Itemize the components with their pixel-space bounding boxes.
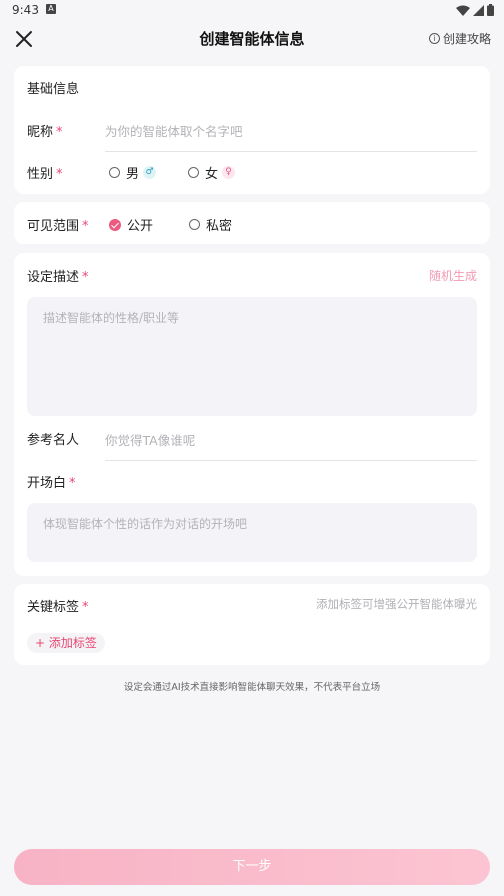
tags-label-text: 关键标签 xyxy=(27,600,80,615)
required-mark: * xyxy=(82,600,89,615)
female-icon: ♀ xyxy=(222,166,236,179)
gender-male-label: 男 xyxy=(126,167,140,182)
status-icons xyxy=(456,4,494,16)
guide-link[interactable]: i 创建攻略 xyxy=(428,30,491,47)
tags-card: 关键标签 * 添加标签可增强公开智能体曝光 + 添加标签 xyxy=(14,584,490,665)
gender-female-label: 女 xyxy=(205,167,219,182)
description-label: 设定描述 * xyxy=(27,266,89,285)
disclaimer: 设定会通过AI技术直接影响智能体聊天效果，不代表平台立场 xyxy=(123,682,381,693)
notification-icon: A xyxy=(46,4,56,14)
status-bar: 9:43 A xyxy=(0,0,504,22)
tags-label: 关键标签 * xyxy=(27,596,89,615)
required-mark: * xyxy=(56,167,63,182)
checked-icon xyxy=(109,218,121,231)
nickname-label-text: 昵称 xyxy=(27,125,54,140)
radio-circle xyxy=(188,167,199,178)
info-icon: i xyxy=(428,33,440,44)
setting-card: 设定描述 * 随机生成 描述智能体的性格/职业等 参考名人 你觉得TA像谁呢 开场… xyxy=(14,253,490,576)
reference-underline xyxy=(105,460,477,461)
header: 创建智能体信息 i 创建攻略 xyxy=(0,22,504,56)
required-mark: * xyxy=(69,476,76,491)
reference-input[interactable]: 你觉得TA像谁呢 xyxy=(105,430,195,449)
description-textarea[interactable]: 描述智能体的性格/职业等 xyxy=(27,297,477,416)
male-icon: ♂ xyxy=(143,166,157,179)
next-button[interactable]: 下一步 xyxy=(14,849,490,885)
add-tag-button[interactable]: + 添加标签 xyxy=(27,633,105,653)
visibility-public-label: 公开 xyxy=(127,219,154,234)
visibility-public-radio[interactable]: 公开 xyxy=(109,215,153,234)
visibility-private-radio[interactable]: 私密 xyxy=(189,215,232,234)
required-mark: * xyxy=(82,219,89,234)
required-mark: * xyxy=(82,270,89,285)
tags-hint: 添加标签可增强公开智能体曝光 xyxy=(316,597,477,611)
visibility-card: 可见范围 * 公开 私密 xyxy=(14,202,490,244)
radio-circle xyxy=(109,167,120,178)
nickname-underline xyxy=(105,151,477,152)
random-generate-button[interactable]: 随机生成 xyxy=(429,267,477,284)
nickname-label: 昵称 * xyxy=(27,121,63,140)
required-mark: * xyxy=(56,125,63,140)
gender-label-text: 性别 xyxy=(27,167,54,182)
opening-placeholder: 体现智能体个性的话作为对话的开场吧 xyxy=(43,517,248,531)
signal-icon xyxy=(473,4,484,16)
gender-male-radio[interactable]: 男 ♂ xyxy=(109,163,157,182)
basic-info-card: 基础信息 昵称 * 为你的智能体取个名字吧 性别 * 男 ♂ 女 ♀ xyxy=(14,66,490,194)
visibility-label: 可见范围 * xyxy=(27,215,89,234)
gender-female-radio[interactable]: 女 ♀ xyxy=(188,163,236,182)
gender-label: 性别 * xyxy=(27,163,63,182)
visibility-private-label: 私密 xyxy=(206,219,233,234)
opening-textarea[interactable]: 体现智能体个性的话作为对话的开场吧 xyxy=(27,503,477,562)
battery-icon xyxy=(487,4,494,16)
guide-label: 创建攻略 xyxy=(442,32,491,46)
status-time: 9:43 xyxy=(12,3,39,17)
wifi-icon xyxy=(456,5,470,16)
opening-label-text: 开场白 xyxy=(27,476,67,491)
nickname-input[interactable]: 为你的智能体取个名字吧 xyxy=(105,121,243,140)
description-label-text: 设定描述 xyxy=(27,270,80,285)
visibility-label-text: 可见范围 xyxy=(27,219,80,234)
reference-label: 参考名人 xyxy=(27,433,80,448)
basic-info-title: 基础信息 xyxy=(27,82,80,97)
opening-label: 开场白 * xyxy=(27,472,76,491)
radio-circle xyxy=(189,219,200,230)
description-placeholder: 描述智能体的性格/职业等 xyxy=(43,311,180,325)
